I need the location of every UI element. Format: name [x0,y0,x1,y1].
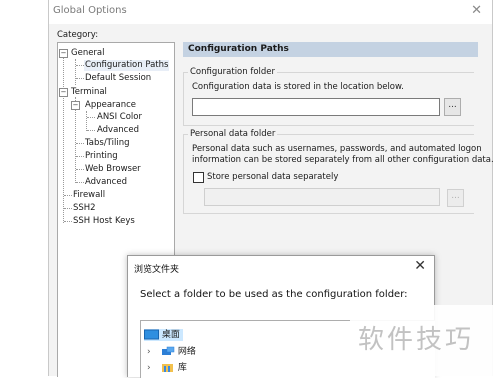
library-icon [162,364,173,372]
folder-item-label: 库 [177,363,187,373]
desktop-icon [144,329,159,340]
config-folder-browse-button[interactable]: ... [444,98,461,116]
folder-item-desktop[interactable]: 桌面 [144,329,183,341]
personal-folder-input[interactable] [204,188,440,206]
tree-item-advanced-terminal[interactable]: Advanced [85,177,127,188]
watermark: 软件技巧 [350,305,500,376]
tree-item-appearance[interactable]: Appearance [85,100,136,111]
chevron-right-icon[interactable]: › [147,347,151,357]
personal-folder-description-2: information can be stored separately fro… [192,155,494,165]
tree-item-terminal[interactable]: Terminal [71,87,107,98]
tree-item-advanced-appearance[interactable]: Advanced [97,125,139,136]
tree-item-printing[interactable]: Printing [85,151,118,162]
network-icon [162,346,175,355]
close-icon[interactable]: ✕ [414,258,426,274]
tree-item-general[interactable]: General [71,48,105,59]
tree-item-firewall[interactable]: Firewall [73,190,105,201]
personal-folder-browse-button[interactable]: ... [447,189,464,207]
collapse-terminal-icon[interactable]: − [59,88,68,97]
folder-item-library[interactable]: 库 [161,362,187,374]
window-title: Global Options [53,5,127,16]
config-folder-description: Configuration data is stored in the loca… [192,82,404,92]
watermark-text: 软件技巧 [358,325,475,355]
store-separately-checkbox[interactable] [193,172,204,183]
store-separately-label[interactable]: Store personal data separately [207,172,338,182]
tree-item-web-browser[interactable]: Web Browser [85,164,141,175]
browse-folder-title: 浏览文件夹 [134,265,180,275]
collapse-appearance-icon[interactable]: − [71,101,80,110]
config-folder-title: Configuration folder [188,67,278,77]
tree-item-ansi-color[interactable]: ANSI Color [97,112,142,123]
folder-item-network[interactable]: 网络 [161,346,196,358]
panel-header: Configuration Paths [183,42,478,57]
collapse-general-icon[interactable]: − [59,49,68,58]
close-icon[interactable]: ✕ [471,3,482,18]
tree-item-default-session[interactable]: Default Session [85,73,151,84]
title-bar: Global Options ✕ [49,0,492,24]
folder-item-label: 桌面 [161,330,180,340]
personal-folder-title: Personal data folder [188,129,278,139]
tree-item-ssh2[interactable]: SSH2 [73,203,96,214]
browse-folder-prompt: Select a folder to be used as the config… [140,289,408,300]
tree-item-tabs-tiling[interactable]: Tabs/Tiling [85,138,129,149]
tree-item-configuration-paths[interactable]: Configuration Paths [84,60,170,71]
config-folder-input[interactable] [192,98,440,116]
category-label: Category: [57,30,99,40]
folder-item-label: 网络 [177,347,196,357]
tree-item-ssh-host-keys[interactable]: SSH Host Keys [73,216,135,227]
chevron-right-icon[interactable]: › [147,363,151,373]
personal-folder-description-1: Personal data such as usernames, passwor… [192,144,482,154]
